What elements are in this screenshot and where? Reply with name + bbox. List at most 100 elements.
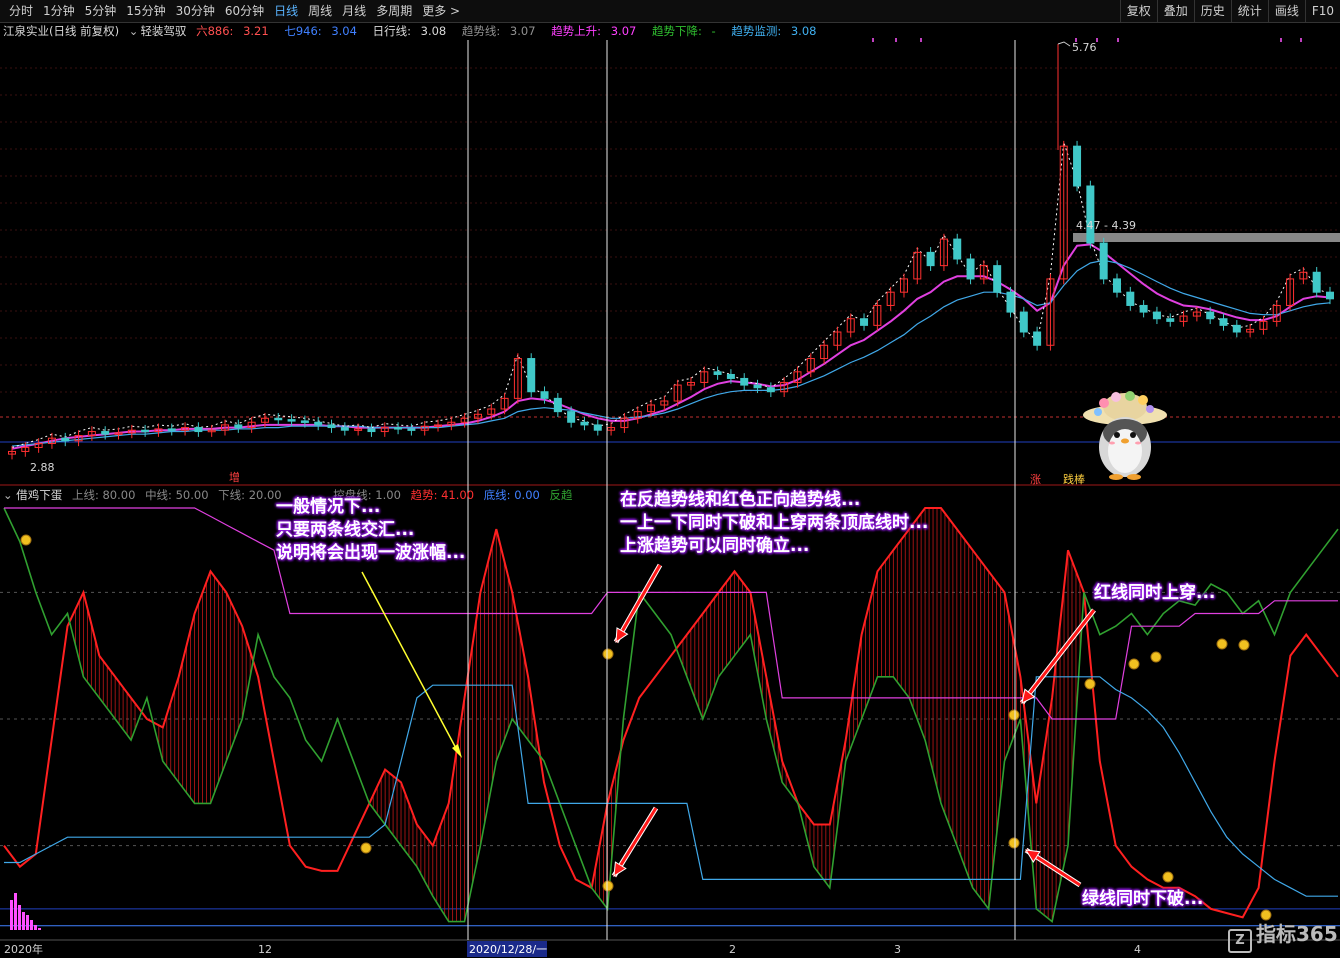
date-axis: 2020年 12 2020/12/28/一 2 3 4	[4, 941, 1141, 957]
top-dot-2	[920, 38, 922, 42]
annotation-right-line-3: 上涨趋势可以同时确立...	[620, 536, 810, 556]
penguin-mascot-icon	[1083, 391, 1167, 480]
candle-body-23	[314, 421, 323, 426]
egg-marker-2	[602, 648, 614, 660]
logo: Z 指标365	[1228, 918, 1338, 953]
top-dot-6	[1280, 38, 1282, 42]
volume-bar-7	[38, 928, 41, 930]
annotation-left-line-3: 说明将会出现一波涨幅...	[276, 543, 466, 563]
candle-body-71	[953, 238, 962, 260]
candle-body-42	[567, 411, 576, 423]
candle-body-53	[713, 371, 722, 375]
candle-body-64	[860, 318, 869, 326]
egg-marker-11	[1238, 639, 1250, 651]
candle-body-90	[1206, 311, 1215, 320]
candle-body-29	[394, 427, 403, 430]
lower-level-label: 下线: 20.00	[218, 488, 282, 502]
logo-mark-icon: Z	[1228, 929, 1252, 953]
egg-marker-3	[602, 880, 614, 892]
lower-indicator-name[interactable]: 借鸡下蛋	[16, 488, 62, 502]
annotation-left-line-1: 一般情况下...	[276, 497, 381, 517]
zhang-marker: 涨	[1030, 473, 1041, 486]
candle-body-57	[766, 387, 775, 393]
candle-body-22	[300, 420, 309, 423]
candle-body-69	[926, 251, 935, 267]
egg-marker-6	[1084, 678, 1096, 690]
annotation-left: 一般情况下... 只要两条线交汇... 说明将会出现一波涨幅...	[276, 496, 465, 565]
candle-body-72	[966, 258, 975, 280]
volume-bar-5	[30, 920, 33, 930]
candle-body-7	[101, 431, 110, 435]
candle-body-44	[593, 424, 602, 431]
candle-body-54	[726, 373, 735, 379]
high-price-label: 5.76	[1072, 41, 1097, 54]
zeng-marker: 增	[229, 470, 240, 484]
candle-body-83	[1112, 278, 1121, 293]
egg-marker-0	[20, 534, 32, 546]
candle-body-21	[287, 419, 296, 422]
top-dot-0	[872, 38, 874, 42]
egg-marker-5	[1008, 837, 1020, 849]
axis-year: 2020年	[4, 942, 43, 956]
lower-series-3	[4, 676, 1338, 897]
annotation-left-line-2: 只要两条线交汇...	[276, 520, 415, 540]
candle-body-4	[61, 437, 70, 442]
candle-body-56	[753, 384, 762, 389]
candle-body-77	[1033, 331, 1042, 346]
candle-body-30	[407, 428, 416, 431]
candle-body-43	[580, 421, 589, 426]
candle-body-80	[1073, 145, 1082, 187]
volume-bar-3	[22, 912, 25, 930]
candle-body-39	[527, 358, 536, 393]
candle-body-92	[1232, 324, 1241, 333]
annotation-red-cross: 红线同时上穿...	[1094, 583, 1216, 603]
candle-body-75	[1006, 291, 1015, 313]
candle-body-74	[993, 265, 1002, 293]
upper-level-label: 上线: 80.00	[71, 488, 136, 502]
candle-body-85	[1139, 304, 1148, 313]
egg-marker-8	[1150, 651, 1162, 663]
candle-body-91	[1219, 318, 1228, 326]
lower-series-0	[3, 507, 1339, 919]
axis-month-12: 12	[258, 943, 272, 956]
candle-body-55	[740, 377, 749, 386]
candle-body-24	[327, 424, 336, 429]
red-arrow-3-line	[1020, 609, 1096, 704]
candle-body-82	[1099, 242, 1108, 280]
candle-body-98	[1312, 271, 1321, 293]
candle-body-27	[367, 428, 376, 433]
candle-body-86	[1152, 311, 1161, 320]
volume-bar-0	[10, 900, 13, 930]
logo-text: 指标365	[1256, 922, 1338, 946]
volume-bar-6	[34, 925, 37, 930]
egg-marker-10	[1216, 638, 1228, 650]
candle-body-87	[1166, 318, 1175, 322]
candle-body-10	[141, 429, 150, 433]
range-price-label: 4.47 - 4.39	[1076, 219, 1136, 232]
candle-body-81	[1086, 185, 1095, 244]
annotation-right-line-2: 一上一下同时下破和上穿两条顶底线时...	[620, 513, 929, 533]
candle-body-76	[1019, 311, 1028, 333]
red-arrow-1-line	[614, 564, 662, 643]
price-range-band	[1073, 233, 1340, 242]
chevron-down-icon[interactable]: ⌄	[3, 488, 13, 502]
reverse-level-label: 反趋	[549, 488, 573, 502]
volume-bar-2	[18, 905, 21, 930]
candle-body-12	[167, 428, 176, 431]
candle-body-41	[553, 397, 562, 413]
top-dot-7	[1300, 38, 1302, 42]
candle-body-99	[1326, 291, 1334, 300]
low-price-label: 2.88	[30, 461, 55, 474]
candle-body-25	[340, 427, 349, 431]
candle-body-40	[540, 391, 549, 399]
candle-body-84	[1126, 291, 1135, 306]
egg-marker-4	[1008, 709, 1020, 721]
axis-month-3: 3	[894, 943, 901, 956]
candle-body-20	[274, 417, 283, 421]
annotation-green-break: 绿线同时下破...	[1082, 889, 1204, 909]
middle-level-label: 中线: 50.00	[145, 488, 209, 502]
top-dot-5	[1117, 38, 1119, 42]
egg-marker-7	[1128, 658, 1140, 670]
high-pointer	[1057, 41, 1071, 47]
volume-bar-1	[14, 893, 17, 930]
